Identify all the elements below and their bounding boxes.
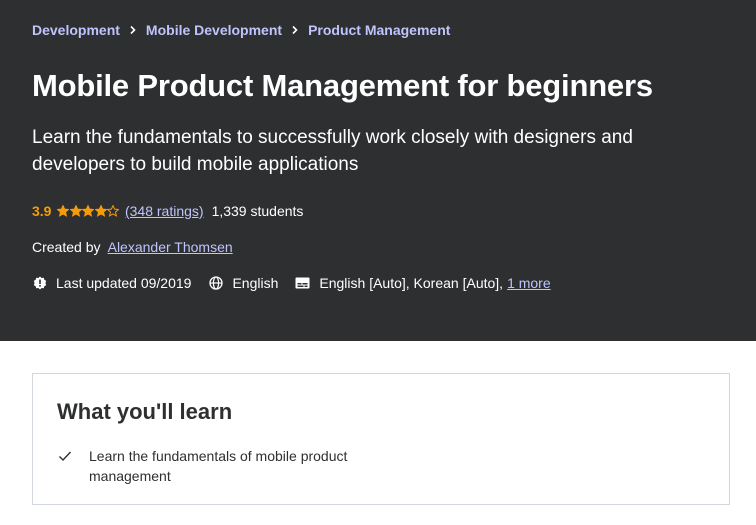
rating-row: 3.9 (348 ratings) 1,339 students: [32, 203, 303, 219]
star-icon: [69, 205, 82, 217]
captions: English [Auto], Korean [Auto], 1 more: [295, 275, 551, 291]
created-by: Created by Alexander Thomsen: [32, 239, 233, 255]
course-meta: Last updated 09/2019 English English [Au…: [32, 275, 568, 291]
language-text: English: [232, 275, 279, 291]
what-you-will-learn: What you'll learn Learn the fundamentals…: [32, 373, 730, 505]
rating-stars: [57, 205, 120, 217]
breadcrumb-development[interactable]: Development: [32, 22, 120, 38]
learn-item: Learn the fundamentals of mobile product…: [57, 446, 367, 486]
alert-badge-icon: [32, 276, 47, 291]
chevron-right-icon: [291, 25, 299, 35]
learn-item-text: Learn the fundamentals of mobile product…: [89, 448, 348, 484]
breadcrumb-product-management[interactable]: Product Management: [308, 22, 450, 38]
chevron-right-icon: [129, 25, 137, 35]
captions-text: English [Auto], Korean [Auto],: [319, 275, 504, 291]
breadcrumb: Development Mobile Development Product M…: [32, 22, 450, 38]
breadcrumb-mobile-development[interactable]: Mobile Development: [146, 22, 282, 38]
closed-caption-icon: [295, 276, 310, 291]
rating-value: 3.9: [32, 203, 52, 219]
students-count: 1,339 students: [211, 203, 304, 219]
star-icon: [94, 205, 107, 217]
language: English: [208, 275, 278, 291]
last-updated: Last updated 09/2019: [32, 275, 191, 291]
last-updated-text: Last updated 09/2019: [56, 275, 192, 291]
course-hero: Development Mobile Development Product M…: [0, 0, 756, 341]
created-by-label: Created by: [32, 239, 101, 255]
ratings-count-link[interactable]: (348 ratings): [125, 203, 204, 219]
star-icon: [107, 205, 120, 217]
learn-title: What you'll learn: [57, 399, 233, 424]
star-icon: [57, 205, 70, 217]
captions-more-link[interactable]: 1 more: [507, 275, 551, 291]
instructor-link[interactable]: Alexander Thomsen: [108, 239, 233, 255]
course-subtitle: Learn the fundamentals to successfully w…: [32, 127, 633, 175]
globe-icon: [208, 276, 223, 291]
checkmark-icon: [59, 451, 72, 462]
star-icon: [82, 205, 95, 217]
course-title: Mobile Product Management for beginners: [32, 68, 653, 103]
